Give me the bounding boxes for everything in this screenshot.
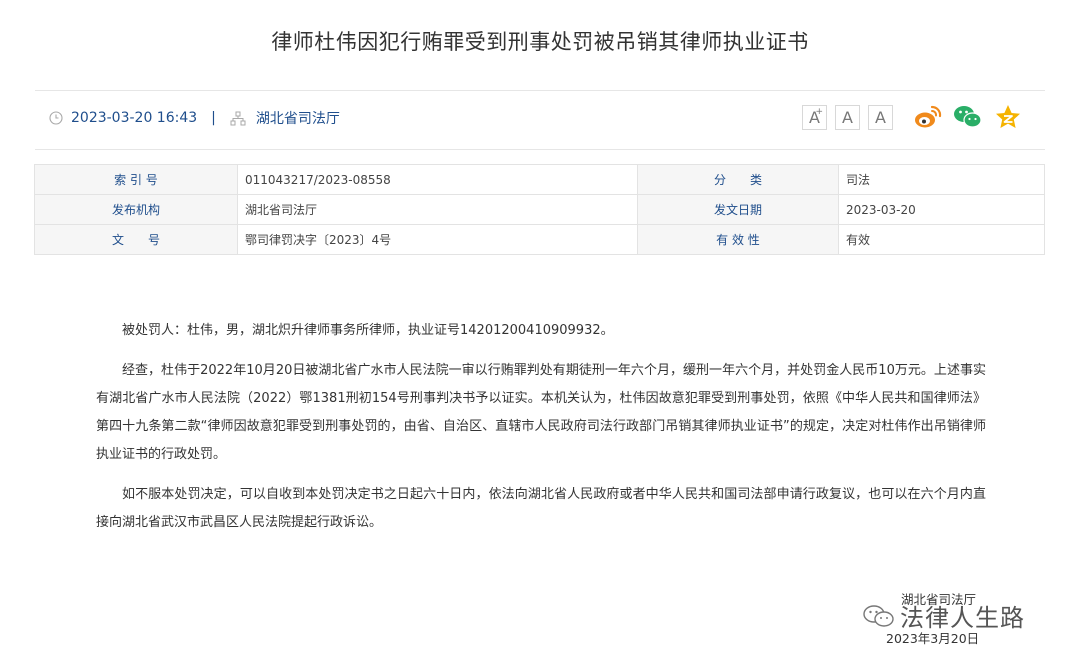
page-title: 律师杜伟因犯行贿罪受到刑事处罚被吊销其律师执业证书 <box>271 30 809 54</box>
label-validity: 有 效 性 <box>637 224 839 255</box>
label-issue-date: 发文日期 <box>637 194 839 225</box>
font-increase-button[interactable]: A + <box>802 104 827 130</box>
qzone-icon[interactable] <box>993 103 1023 131</box>
article-body: 被处罚人：杜伟，男，湖北炽升律师事务所律师，执业证号14201200410909… <box>96 317 986 549</box>
weibo-icon[interactable] <box>913 103 943 131</box>
info-table: 索 引 号 011043217/2023-08558 分 类 司法 发布机构 湖… <box>34 164 1045 255</box>
paragraph: 被处罚人：杜伟，男，湖北炽升律师事务所律师，执业证号14201200410909… <box>122 323 614 338</box>
font-decrease-label: A <box>875 107 886 127</box>
table-row: 文 号 鄂司律罚决字〔2023〕4号 有 效 性 有效 <box>34 224 1045 255</box>
signature-date: 2023年3月20日 <box>886 631 980 646</box>
wechat-icon[interactable] <box>953 103 983 131</box>
table-row: 发布机构 湖北省司法厅 发文日期 2023-03-20 <box>34 194 1045 225</box>
font-default-label: A <box>842 107 853 127</box>
label-issuer: 发布机构 <box>34 194 238 225</box>
value-category: 司法 <box>838 164 1045 195</box>
source-link[interactable]: 湖北省司法厅 <box>256 108 340 128</box>
label-index-number: 索 引 号 <box>34 164 238 195</box>
wechat-watermark-icon <box>863 604 894 627</box>
meta-bar: 2023-03-20 16:43 | 湖北省司法厅 A + A A <box>35 90 1045 150</box>
value-validity: 有效 <box>838 224 1045 255</box>
clock-icon <box>49 111 63 125</box>
value-issuer: 湖北省司法厅 <box>237 194 638 225</box>
value-index-number: 011043217/2023-08558 <box>237 164 638 195</box>
label-doc-number: 文 号 <box>34 224 238 255</box>
tools: A + A A <box>802 103 1023 131</box>
meta-info: 2023-03-20 16:43 | 湖北省司法厅 <box>49 108 340 128</box>
table-row: 索 引 号 011043217/2023-08558 分 类 司法 <box>34 164 1045 195</box>
paragraph: 如不服本处罚决定，可以自收到本处罚决定书之日起六十日内，依法向湖北省人民政府或者… <box>96 487 986 530</box>
org-chart-icon <box>230 111 246 125</box>
label-category: 分 类 <box>637 164 839 195</box>
meta-separator: | <box>211 110 216 126</box>
plus-sign: + <box>815 106 823 117</box>
value-issue-date: 2023-03-20 <box>838 194 1045 225</box>
publish-datetime: 2023-03-20 16:43 <box>71 110 198 126</box>
value-doc-number: 鄂司律罚决字〔2023〕4号 <box>237 224 638 255</box>
paragraph: 经查，杜伟于2022年10月20日被湖北省广水市人民法院一审以行贿罪判处有期徒刑… <box>96 363 986 462</box>
font-default-button[interactable]: A <box>835 104 860 130</box>
font-decrease-button[interactable]: A <box>868 104 893 130</box>
